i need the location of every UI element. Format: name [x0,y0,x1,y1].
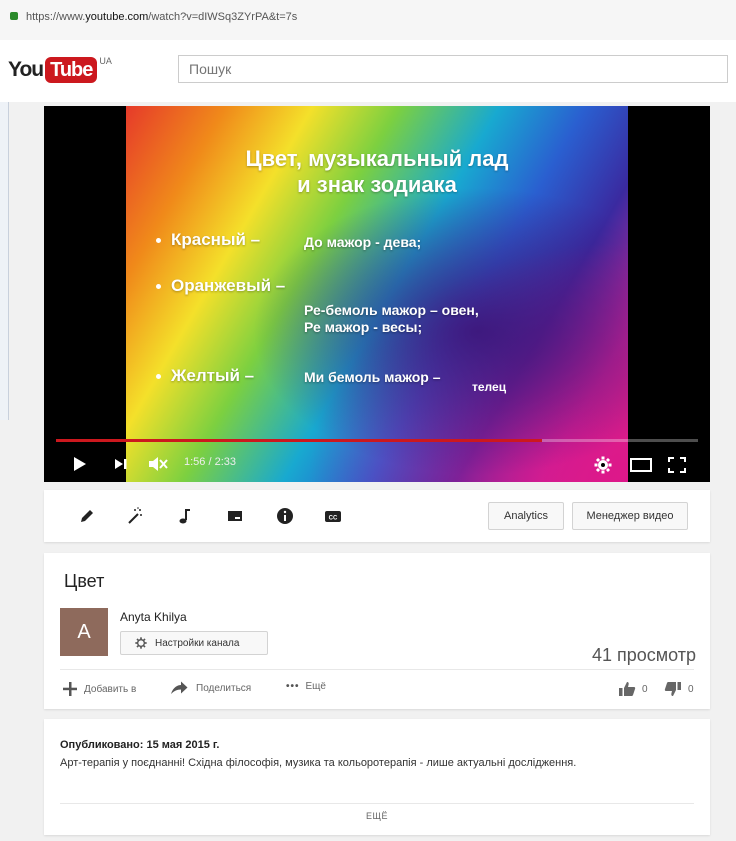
slide-item-red: Красный – [156,230,260,250]
video-player[interactable]: Цвет, музыкальный лад и знак зодиака Кра… [44,106,710,482]
progress-fill [56,439,542,442]
next-icon[interactable] [114,458,128,470]
search-box[interactable] [178,55,728,83]
creator-toolbar: CC Analytics Менеджер видео [44,490,710,542]
lock-icon [10,12,18,20]
progress-bar[interactable] [56,439,698,442]
svg-text:CC: CC [329,516,338,522]
settings-gear-icon[interactable] [594,456,612,474]
description-panel: Опубликовано: 15 мая 2015 г. Арт-терапія… [44,719,710,835]
thumbs-down-icon [664,682,681,696]
search-input[interactable] [179,56,727,82]
time-display: 1:56 / 2:33 [184,456,236,468]
fullscreen-icon[interactable] [668,457,686,473]
plus-icon [63,682,77,696]
description-text: Арт-терапія у поєднанні! Східна філософі… [60,757,577,769]
info-icon[interactable] [276,507,294,525]
show-more-button[interactable]: ЕЩЁ [44,811,710,821]
slide-extra: телец [472,380,507,394]
pencil-edit-icon[interactable] [78,507,96,525]
gear-icon [135,637,147,649]
more-dots-icon: ••• [286,681,300,692]
share-arrow-icon [171,681,188,694]
view-count: 41 просмотр [591,645,696,665]
video-info-panel: Цвет A Anyta Khilya Настройки канала 41 … [44,553,710,709]
divider [60,669,694,670]
analytics-button[interactable]: Analytics [488,502,564,530]
avatar[interactable]: A [60,608,108,656]
annotations-icon[interactable] [226,507,244,525]
video-title: Цвет [64,571,105,591]
address-bar[interactable]: https://www.youtube.com/watch?v=dIWSq3ZY… [0,0,736,41]
slide-value-red: До мажор - дева; [304,234,422,250]
share-button[interactable]: Поделиться [170,681,251,695]
subtitles-cc-icon[interactable]: CC [324,507,342,525]
slide-title: Цвет, музыкальный лад и знак зодиака [245,146,509,197]
like-button[interactable]: 0 [618,681,648,697]
video-frame[interactable]: Цвет, музыкальный лад и знак зодиака Кра… [126,106,628,482]
channel-name[interactable]: Anyta Khilya [120,610,187,624]
mute-icon[interactable] [148,456,168,472]
divider [60,803,694,804]
more-actions-button[interactable]: ••• Ещё [286,681,326,692]
youtube-logo[interactable]: You Tube UA [8,56,112,84]
url-text[interactable]: https://www.youtube.com/watch?v=dIWSq3ZY… [26,11,297,23]
add-to-button[interactable]: Добавить в [62,681,136,697]
player-controls: 1:56 / 2:33 [44,446,710,482]
channel-settings-button[interactable]: Настройки канала [120,631,268,655]
publish-date: Опубликовано: 15 мая 2015 г. [60,739,220,751]
theater-mode-icon[interactable] [630,458,652,472]
magic-wand-icon[interactable] [126,507,144,525]
slide-value-yellow: Ми бемоль мажор – [304,369,441,385]
slide-value-orange-a: Ре-бемоль мажор – овен, [304,302,479,318]
thumbs-up-icon [619,682,636,696]
slide-item-yellow: Желтый – [156,366,254,386]
slide-item-orange: Оранжевый – [156,276,285,296]
video-manager-button[interactable]: Менеджер видео [572,502,688,530]
channel-settings-label: Настройки канала [155,637,240,649]
masthead: You Tube UA [0,40,736,102]
music-note-icon[interactable] [176,507,194,525]
play-icon[interactable] [72,456,88,472]
slide-value-orange-b: Ре мажор - весы; [304,319,423,335]
dislike-button[interactable]: 0 [664,681,694,697]
